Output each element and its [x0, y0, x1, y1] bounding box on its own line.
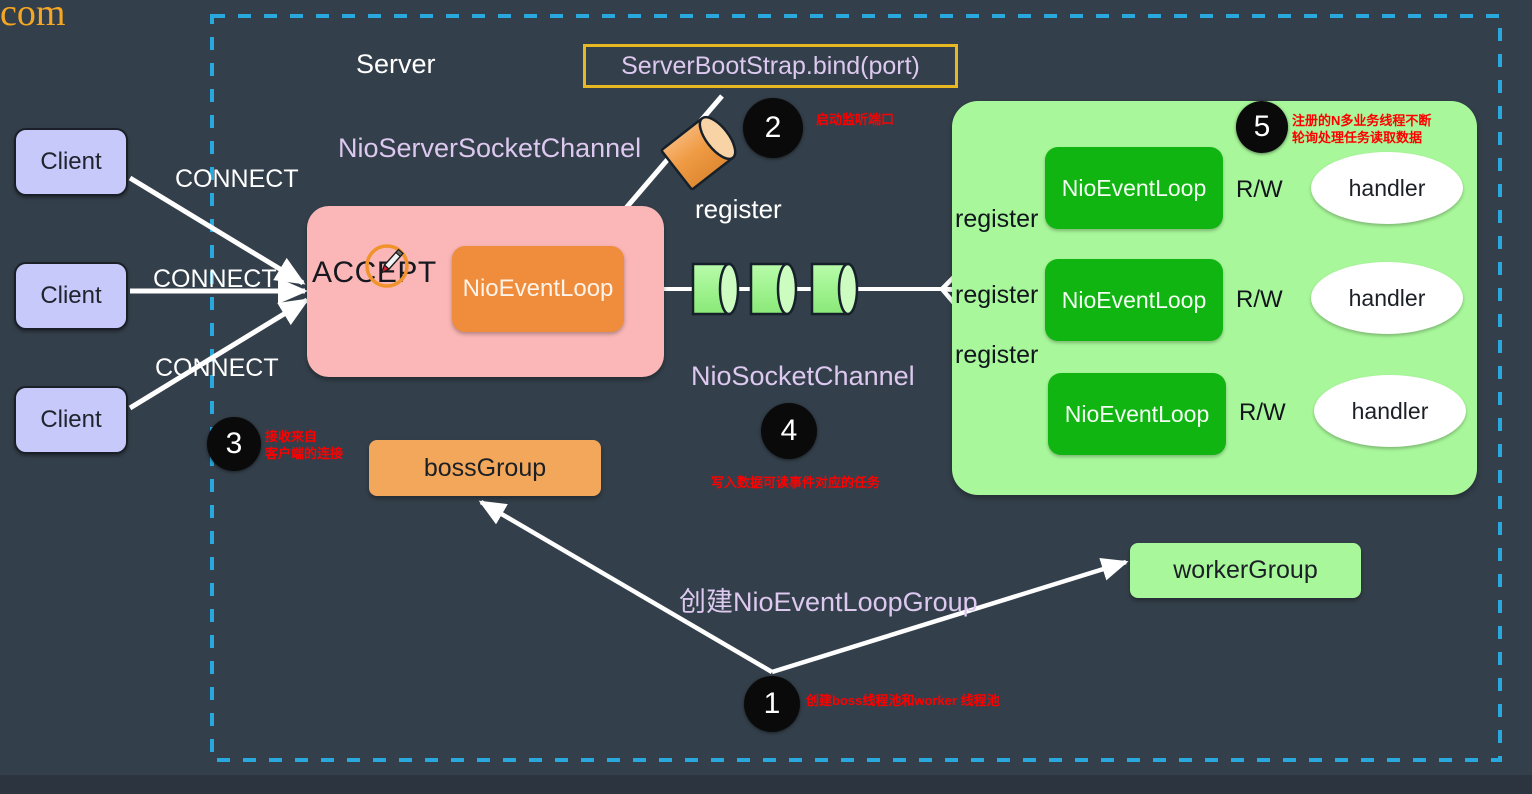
- worker-nio-event-loop-3[interactable]: NioEventLoop: [1048, 373, 1226, 455]
- rw-label-1: R/W: [1236, 176, 1283, 203]
- register-label-center: register: [695, 194, 782, 224]
- worker-nio-event-loop-label: NioEventLoop: [1064, 400, 1210, 427]
- step-number: 4: [780, 414, 798, 447]
- handler-label: handler: [1348, 284, 1426, 311]
- client-label: Client: [40, 406, 102, 433]
- step-marker-4: 4: [761, 403, 817, 459]
- step-number: 5: [1253, 110, 1271, 143]
- rw-label-3: R/W: [1239, 399, 1286, 426]
- handler-oval-1[interactable]: handler: [1311, 152, 1463, 224]
- server-bootstrap-bind-box[interactable]: ServerBootStrap.bind(port): [583, 44, 958, 88]
- rw-label-2: R/W: [1236, 286, 1283, 313]
- nio-server-socket-channel-label: NioServerSocketChannel: [338, 133, 642, 163]
- step-number: 2: [764, 111, 782, 144]
- handler-label: handler: [1348, 174, 1426, 201]
- nio-socket-channel-cylinder-2: [749, 262, 798, 316]
- step-marker-3: 3: [207, 417, 261, 471]
- step-number: 3: [225, 427, 243, 460]
- client-box-3[interactable]: Client: [14, 386, 128, 454]
- worker-nio-event-loop-label: NioEventLoop: [1061, 286, 1207, 313]
- worker-group-label: workerGroup: [1173, 556, 1318, 584]
- nio-socket-channel-cylinder-1: [691, 262, 740, 316]
- diagram-canvas: com Client Client Client CONNECT CONNECT…: [0, 0, 1532, 794]
- worker-group-box[interactable]: workerGroup: [1130, 543, 1361, 598]
- boss-nio-event-loop-label: NioEventLoop: [462, 275, 614, 302]
- worker-nio-event-loop-label: NioEventLoop: [1061, 174, 1207, 201]
- handler-oval-2[interactable]: handler: [1311, 262, 1463, 334]
- worker-register-label-2: register: [955, 281, 1039, 309]
- step-marker-5: 5: [1236, 101, 1288, 153]
- register-cylinder-icon: [660, 115, 737, 191]
- step-note-1: 创建boss线程池和worker 线程池: [806, 693, 1000, 708]
- worker-register-label-3: register: [955, 341, 1039, 369]
- step-note-4: 写入数据可读事件对应的任务: [711, 475, 881, 490]
- worker-nio-event-loop-1[interactable]: NioEventLoop: [1045, 147, 1223, 229]
- handler-label: handler: [1351, 397, 1429, 424]
- client-label: Client: [40, 148, 102, 175]
- step-number: 1: [763, 687, 781, 720]
- connect-label-2: CONNECT: [153, 265, 277, 293]
- client-box-1[interactable]: Client: [14, 128, 128, 196]
- nio-socket-channel-cylinder-3: [810, 262, 859, 316]
- watermark-text: com: [0, 0, 66, 34]
- client-label: Client: [40, 282, 102, 309]
- connect-label-3: CONNECT: [155, 354, 279, 382]
- create-event-loop-group-label: 创建NioEventLoopGroup: [679, 587, 978, 617]
- bottom-bar: [0, 775, 1532, 794]
- nio-socket-channel-label: NioSocketChannel: [691, 361, 915, 391]
- step-note-2: 启动监听端口: [816, 112, 895, 127]
- connect-label-1: CONNECT: [175, 165, 299, 193]
- step-marker-2: 2: [743, 98, 803, 158]
- step-note-3: 接收来自 客户端的连接: [265, 429, 344, 462]
- client-box-2[interactable]: Client: [14, 262, 128, 330]
- worker-nio-event-loop-2[interactable]: NioEventLoop: [1045, 259, 1223, 341]
- handler-oval-3[interactable]: handler: [1314, 375, 1466, 447]
- step-note-5: 注册的N多业务线程不断 轮询处理任务读取数据: [1292, 113, 1432, 146]
- boss-group-label: bossGroup: [423, 453, 547, 482]
- boss-nio-event-loop-box[interactable]: NioEventLoop: [452, 246, 624, 332]
- server-label: Server: [356, 49, 436, 79]
- server-bootstrap-bind-label: ServerBootStrap.bind(port): [621, 51, 920, 80]
- pen-annotation-icon: [365, 244, 409, 288]
- worker-register-label-1: register: [955, 205, 1039, 233]
- step-marker-1: 1: [744, 676, 800, 732]
- boss-group-box[interactable]: bossGroup: [369, 440, 601, 496]
